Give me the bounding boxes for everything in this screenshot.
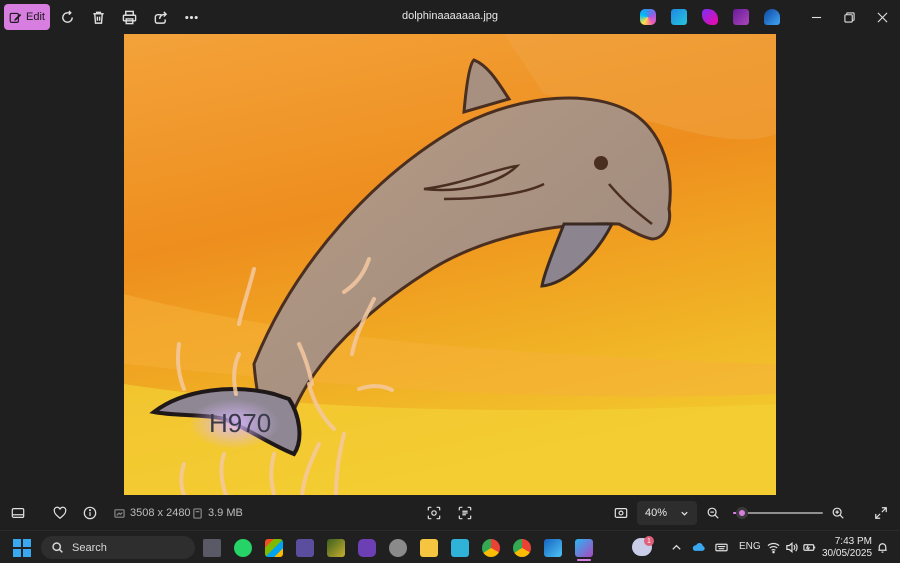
copilot-icon[interactable] — [640, 9, 656, 25]
file-explorer-icon[interactable] — [420, 539, 438, 557]
chevron-up-icon[interactable] — [669, 540, 683, 554]
zoom-out-icon[interactable] — [705, 505, 721, 521]
minimize-button[interactable] — [808, 9, 824, 25]
favorite-icon[interactable] — [52, 505, 68, 521]
visual-search-icon[interactable] — [426, 505, 442, 521]
zoom-level-dropdown[interactable]: 40% — [637, 501, 697, 525]
chrome-icon[interactable] — [482, 539, 500, 557]
video-editor-icon[interactable] — [733, 9, 749, 25]
teams-app-icon[interactable] — [296, 539, 314, 557]
status-bar: 3508 x 2480 3.9 MB 40% — [0, 495, 900, 530]
photo-canvas[interactable]: H970 — [124, 34, 776, 495]
taskbar-search[interactable]: Search — [41, 536, 195, 559]
microsoft-store-icon[interactable] — [265, 539, 283, 557]
dolphin-image: H970 — [124, 34, 776, 495]
photos-app-window: Edit dolphinaaaaaaa.jpg H970 3508 x 2480… — [0, 0, 900, 530]
close-button[interactable] — [874, 9, 890, 25]
paint-icon[interactable] — [544, 539, 562, 557]
delete-icon[interactable] — [89, 8, 107, 26]
restore-button[interactable] — [841, 9, 857, 25]
search-icon — [52, 542, 63, 553]
top-toolbar: Edit dolphinaaaaaaa.jpg — [0, 0, 900, 34]
clock-time: 7:43 PM — [834, 536, 872, 547]
chrome-profile-icon[interactable] — [513, 539, 531, 557]
notification-bell-icon[interactable] — [875, 540, 889, 554]
input-language[interactable]: ENG — [739, 541, 761, 552]
zoom-level-value: 40% — [645, 507, 668, 519]
weather-badge: 1 — [644, 536, 654, 546]
dimensions-icon — [114, 508, 125, 518]
file-size-icon — [193, 507, 202, 519]
edit-label: Edit — [26, 11, 45, 23]
fullscreen-icon[interactable] — [873, 505, 889, 521]
minecraft-icon[interactable] — [327, 539, 345, 557]
fit-screen-icon[interactable] — [613, 505, 629, 521]
system-clock[interactable]: 7:43 PM 30/05/2025 — [822, 536, 872, 560]
battery-icon[interactable] — [802, 540, 816, 554]
windows-start-button[interactable] — [13, 539, 31, 557]
rotate-icon[interactable] — [58, 8, 76, 26]
active-app-indicator — [577, 559, 591, 561]
game-app-icon[interactable] — [358, 539, 376, 557]
minimize-icon — [811, 16, 821, 18]
image-dimensions: 3508 x 2480 — [130, 507, 191, 519]
file-size: 3.9 MB — [208, 507, 243, 519]
whatsapp-icon[interactable] — [234, 539, 252, 557]
window-title: dolphinaaaaaaa.jpg — [401, 10, 499, 22]
onedrive-icon[interactable] — [691, 540, 705, 554]
image-watermark-text: H970 — [209, 408, 271, 438]
clock-date: 30/05/2025 — [822, 548, 873, 559]
onedrive-sync-icon[interactable] — [764, 9, 780, 25]
designer-icon[interactable] — [671, 9, 687, 25]
photos-taskbar-icon[interactable] — [575, 539, 593, 557]
info-icon[interactable] — [82, 505, 98, 521]
filmstrip-icon[interactable] — [10, 505, 26, 521]
more-icon[interactable] — [182, 8, 200, 26]
zoom-slider[interactable] — [733, 507, 823, 519]
print-icon[interactable] — [120, 8, 138, 26]
chevron-down-icon — [681, 511, 688, 516]
edit-button[interactable]: Edit — [4, 4, 50, 30]
edit-icon — [9, 12, 22, 23]
zoom-slider-thumb[interactable] — [736, 507, 748, 519]
share-icon[interactable] — [151, 8, 169, 26]
app-extension-icons — [640, 9, 780, 25]
close-icon — [877, 12, 887, 22]
keyboard-icon[interactable] — [714, 540, 728, 554]
windows-logo-icon — [13, 539, 21, 547]
task-view-icon[interactable] — [203, 539, 221, 557]
search-placeholder: Search — [72, 541, 107, 554]
restore-icon — [843, 11, 855, 23]
spider-app-icon[interactable] — [389, 539, 407, 557]
text-scan-icon[interactable] — [457, 505, 473, 521]
zoom-in-icon[interactable] — [830, 505, 846, 521]
volume-icon[interactable] — [784, 540, 798, 554]
wifi-icon[interactable] — [766, 540, 780, 554]
clipchamp-icon[interactable] — [702, 9, 718, 25]
notepad-icon[interactable] — [451, 539, 469, 557]
taskbar: Search 1 ENG 7:43 PM 30/05/2025 — [0, 530, 900, 563]
